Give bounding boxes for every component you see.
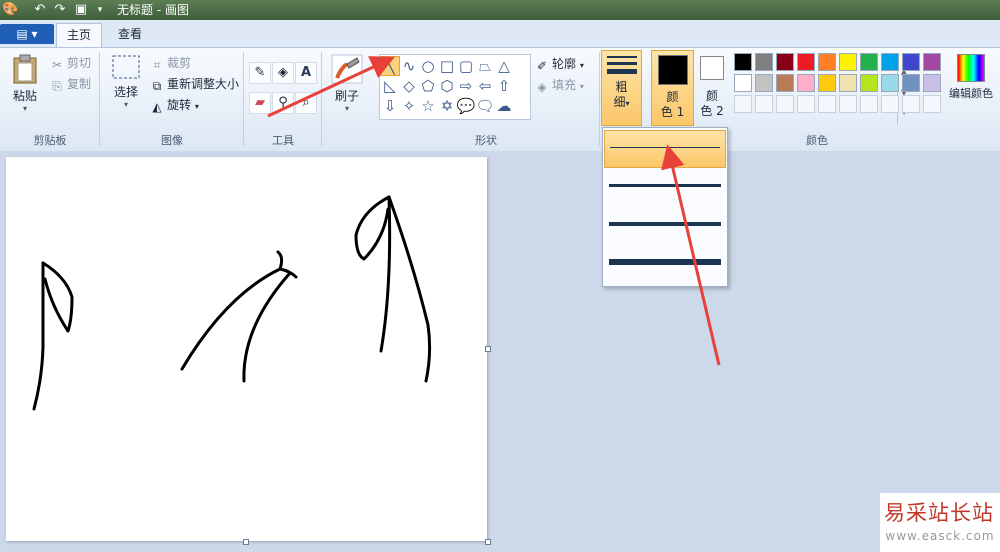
- arrow-to-line-tool: [267, 56, 395, 118]
- arrow-to-thin-size: [661, 144, 721, 366]
- watermark-url: www.easck.com: [885, 529, 995, 543]
- watermark-text: 易采站长站: [884, 501, 994, 525]
- annotation-arrows: [267, 56, 721, 366]
- site-watermark: 易采站长站 www.easck.com: [880, 493, 1000, 552]
